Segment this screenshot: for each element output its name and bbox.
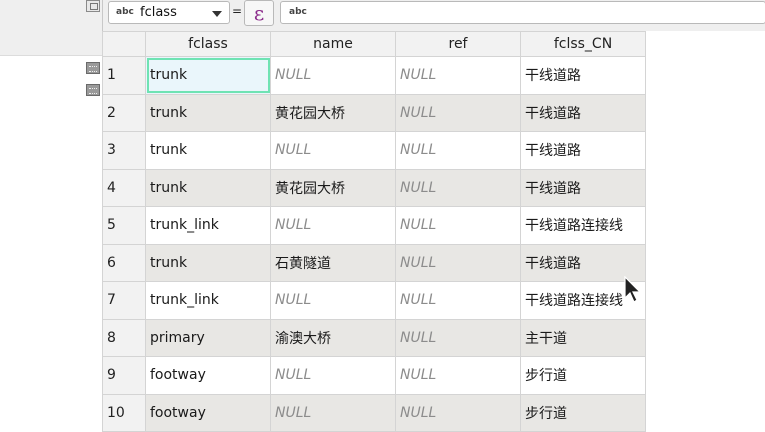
row-number[interactable]: 7 — [102, 281, 146, 320]
column-header-ref[interactable]: ref — [395, 31, 521, 57]
cell-name[interactable]: NULL — [270, 356, 396, 395]
cell-fclss-cn[interactable]: 步行道 — [520, 393, 646, 432]
layer-icon[interactable] — [86, 62, 100, 74]
cell-ref[interactable]: NULL — [395, 393, 521, 432]
cell-fclss-cn[interactable]: 干线道路 — [520, 168, 646, 207]
cell-name[interactable]: NULL — [270, 131, 396, 170]
cell-fclass[interactable]: footway — [145, 393, 271, 432]
row-number[interactable]: 1 — [102, 56, 146, 95]
row-number[interactable]: 6 — [102, 243, 146, 282]
equals-label: = — [232, 4, 243, 18]
cell-fclass[interactable]: trunk — [145, 243, 271, 282]
cell-ref[interactable]: NULL — [395, 56, 521, 95]
cell-fclass[interactable]: trunk — [145, 56, 271, 95]
layer-icon[interactable] — [86, 84, 100, 96]
cell-ref[interactable]: NULL — [395, 356, 521, 395]
cell-fclss-cn[interactable]: 主干道 — [520, 318, 646, 357]
attribute-table: fclass name ref fclss_CN 1 trunk NULL NU… — [102, 31, 646, 432]
row-number[interactable]: 9 — [102, 356, 146, 395]
table-row: 8 primary 渝澳大桥 NULL 主干道 — [102, 318, 646, 357]
cell-fclss-cn[interactable]: 干线道路 — [520, 93, 646, 132]
expression-input[interactable]: abc — [280, 1, 765, 24]
row-number[interactable]: 3 — [102, 131, 146, 170]
column-header-fclss-cn[interactable]: fclss_CN — [520, 31, 646, 57]
text-type-icon: abc — [289, 7, 307, 17]
cell-ref[interactable]: NULL — [395, 281, 521, 320]
cell-ref[interactable]: NULL — [395, 243, 521, 282]
mouse-cursor-icon — [624, 276, 642, 303]
table-row: 2 trunk 黄花园大桥 NULL 干线道路 — [102, 93, 646, 132]
corner-cell[interactable] — [102, 31, 146, 57]
row-number[interactable]: 10 — [102, 393, 146, 432]
table-row: 6 trunk 石黄隧道 NULL 干线道路 — [102, 243, 646, 282]
cell-fclass[interactable]: trunk — [145, 93, 271, 132]
cell-fclass[interactable]: footway — [145, 356, 271, 395]
cell-fclss-cn[interactable]: 干线道路连接线 — [520, 206, 646, 245]
chevron-down-icon[interactable] — [212, 11, 222, 17]
table-row: 7 trunk_link NULL NULL 干线道路连接线 — [102, 281, 646, 320]
field-select-value: fclass — [140, 5, 177, 20]
text-type-icon: abc — [116, 7, 134, 17]
cell-name[interactable]: 黄花园大桥 — [270, 168, 396, 207]
cell-name[interactable]: NULL — [270, 206, 396, 245]
column-header-fclass[interactable]: fclass — [145, 31, 271, 57]
cell-ref[interactable]: NULL — [395, 168, 521, 207]
cell-fclass[interactable]: primary — [145, 318, 271, 357]
cell-fclass[interactable]: trunk — [145, 131, 271, 170]
table-row: 1 trunk NULL NULL 干线道路 — [102, 56, 646, 95]
row-number[interactable]: 2 — [102, 93, 146, 132]
cell-fclass[interactable]: trunk — [145, 168, 271, 207]
cell-ref[interactable]: NULL — [395, 131, 521, 170]
table-row: 9 footway NULL NULL 步行道 — [102, 356, 646, 395]
cell-fclass[interactable]: trunk_link — [145, 206, 271, 245]
cell-fclss-cn[interactable]: 步行道 — [520, 356, 646, 395]
cell-fclass[interactable]: trunk_link — [145, 281, 271, 320]
table-row: 4 trunk 黄花园大桥 NULL 干线道路 — [102, 168, 646, 207]
column-header-name[interactable]: name — [270, 31, 396, 57]
row-number[interactable]: 5 — [102, 206, 146, 245]
row-number[interactable]: 8 — [102, 318, 146, 357]
cell-name[interactable]: 渝澳大桥 — [270, 318, 396, 357]
cell-ref[interactable]: NULL — [395, 318, 521, 357]
table-row: 3 trunk NULL NULL 干线道路 — [102, 131, 646, 170]
cell-ref[interactable]: NULL — [395, 93, 521, 132]
cell-name[interactable]: 黄花园大桥 — [270, 93, 396, 132]
cell-name[interactable]: NULL — [270, 56, 396, 95]
field-calculator-toolbar: abc fclass = ε abc — [102, 0, 765, 31]
row-number[interactable]: 4 — [102, 168, 146, 207]
cell-name[interactable]: 石黄隧道 — [270, 243, 396, 282]
window-restore-icon[interactable] — [86, 0, 100, 12]
cell-name[interactable]: NULL — [270, 393, 396, 432]
cell-ref[interactable]: NULL — [395, 206, 521, 245]
table-row: 10 footway NULL NULL 步行道 — [102, 393, 646, 432]
cell-fclss-cn[interactable]: 干线道路 — [520, 131, 646, 170]
header-row: fclass name ref fclss_CN — [102, 31, 646, 57]
expression-builder-button[interactable]: ε — [244, 0, 274, 26]
cell-fclss-cn[interactable]: 干线道路 — [520, 56, 646, 95]
cell-name[interactable]: NULL — [270, 281, 396, 320]
table-row: 5 trunk_link NULL NULL 干线道路连接线 — [102, 206, 646, 245]
field-select[interactable]: abc fclass — [108, 1, 230, 24]
